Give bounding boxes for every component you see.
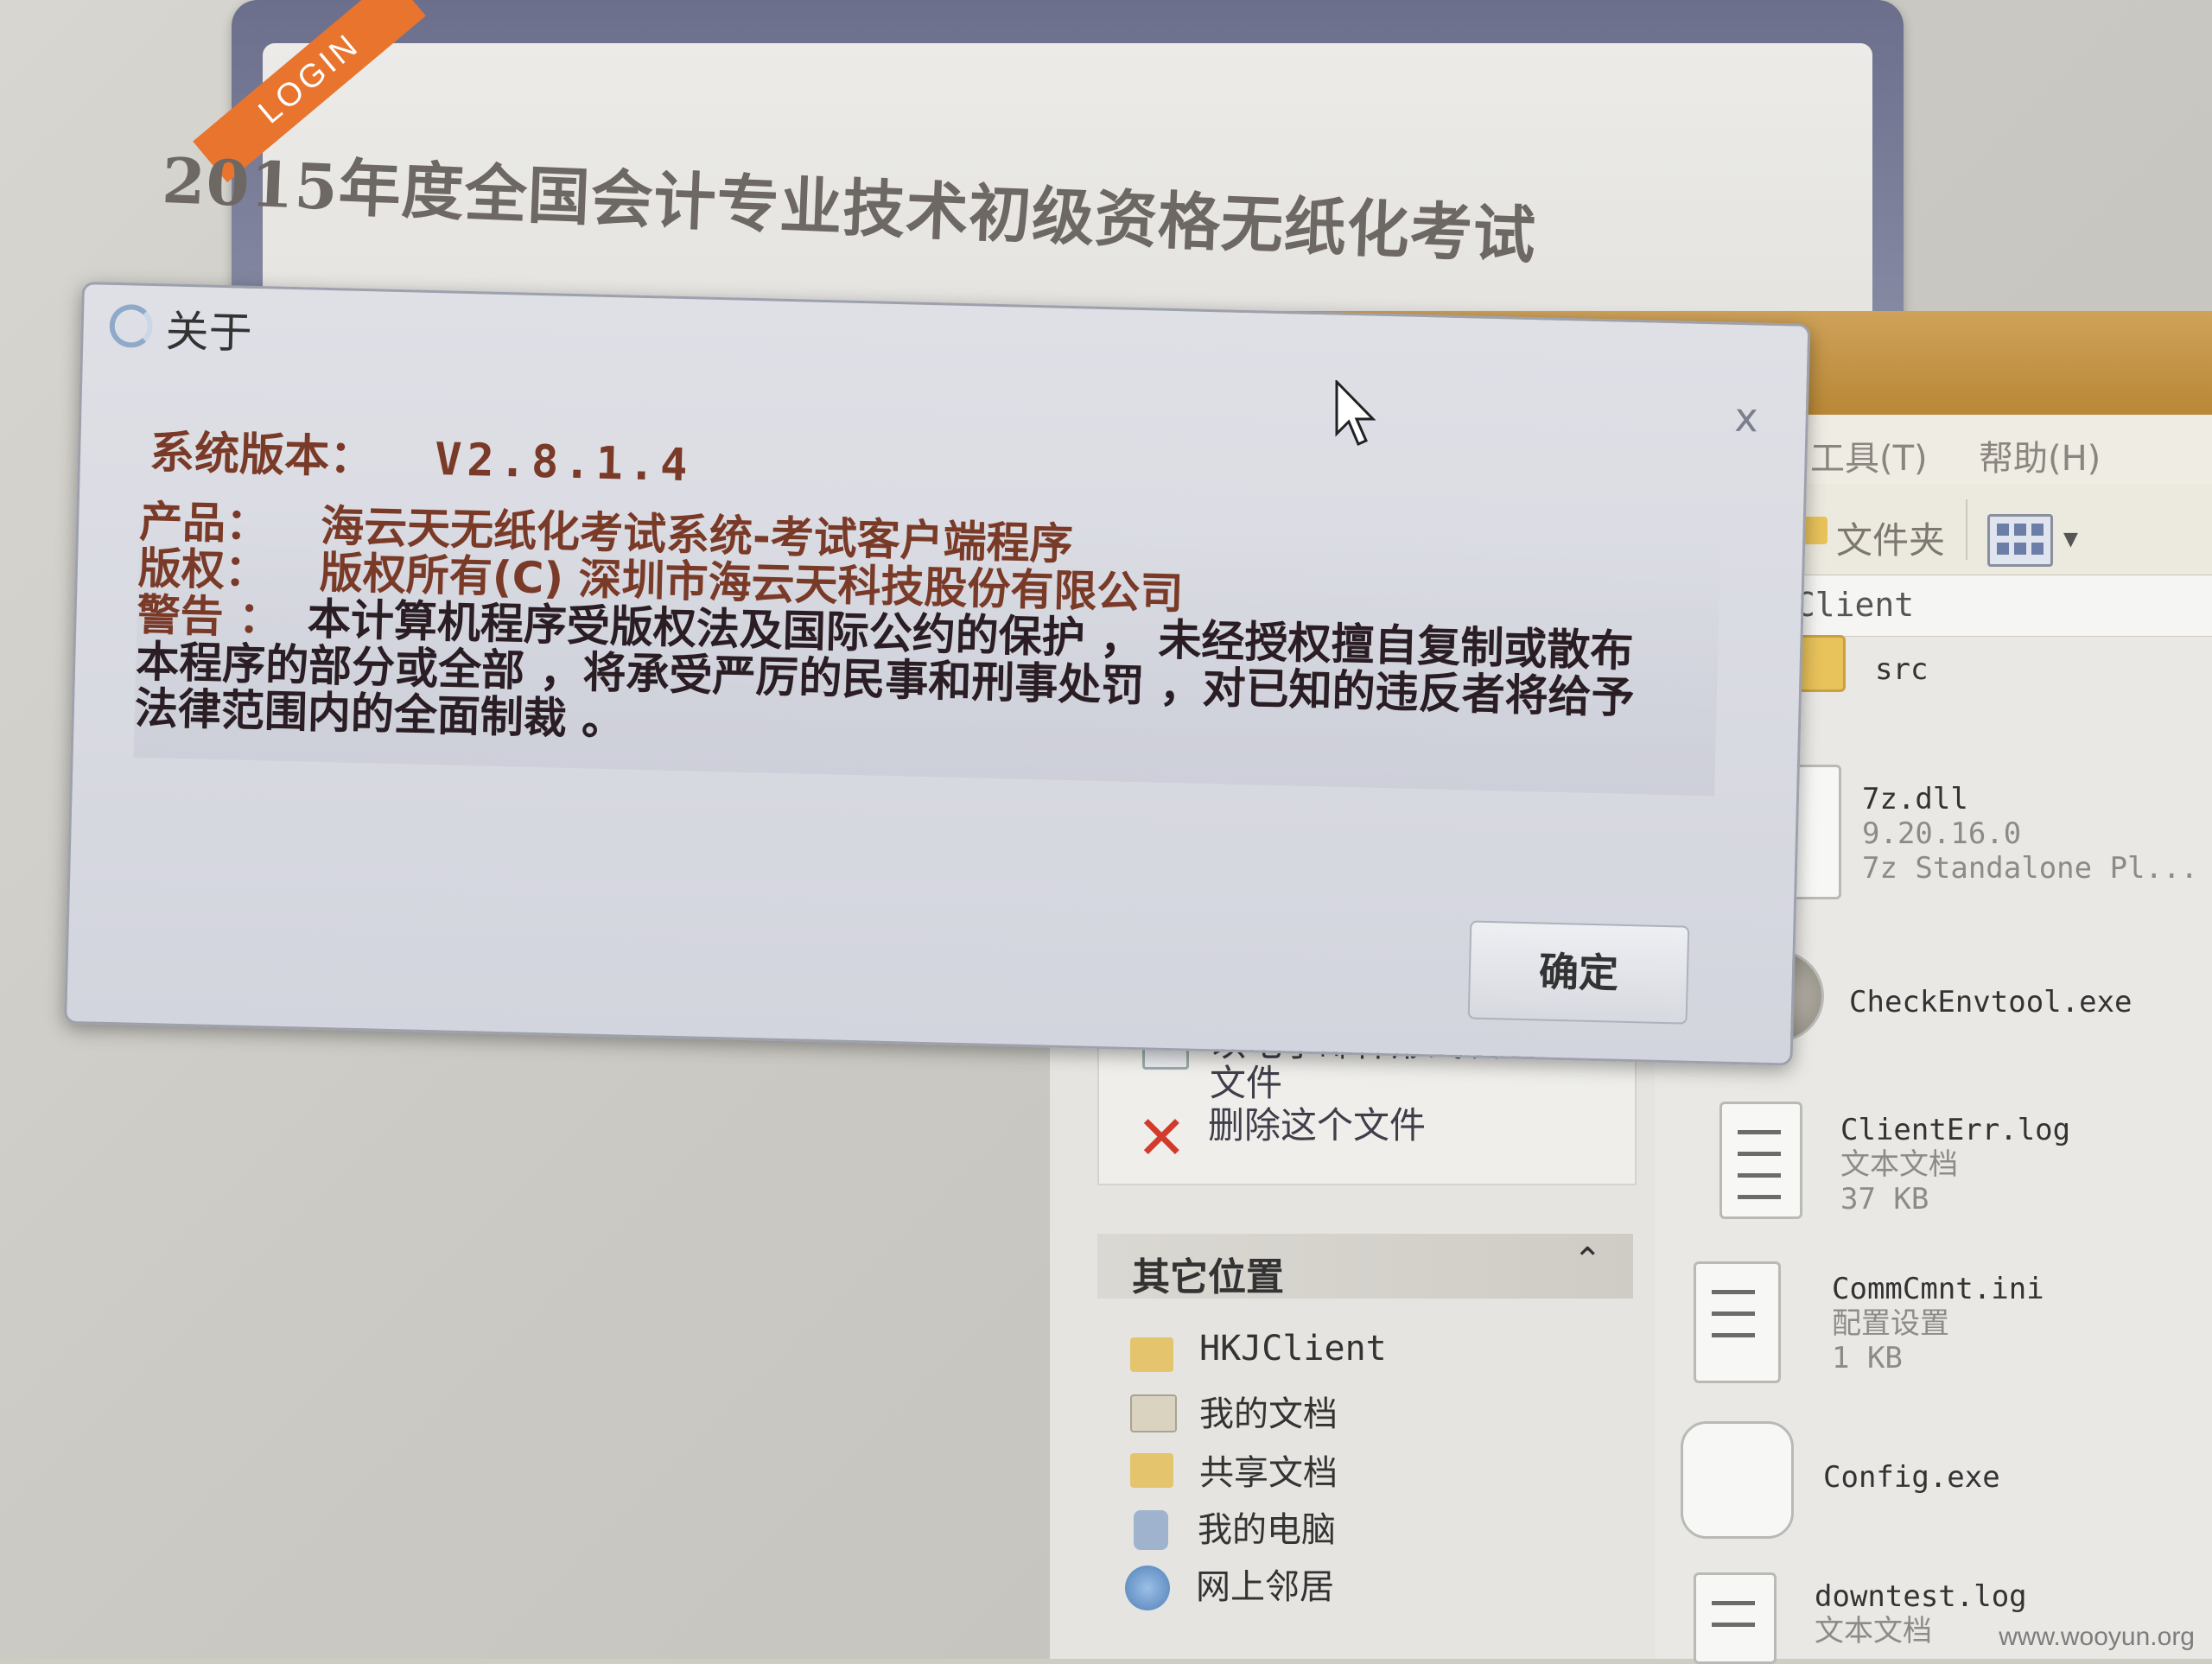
delete-icon: ✕ [1136,1102,1187,1173]
dialog-body: 系统版本： V2.8.1.4 产品： 海云天无纸化考试系统-考试客户端程序 版权：版… [133,416,1721,797]
file-description: 7z Standalone Pl... [1862,851,2198,886]
product-label: 产品： [138,496,270,550]
file-name: CommCmnt.ini [1832,1272,2044,1306]
file-config-exe[interactable]: Config.exe [1823,1460,2000,1495]
other-places-title: 其它位置 [1132,1255,1284,1299]
watermark: www.wooyun.org [1999,1623,2195,1651]
file-version: 9.20.16.0 [1862,816,2022,851]
close-icon[interactable]: x [1734,394,1759,441]
folders-button[interactable]: 文件夹 [1836,511,1945,564]
file-checkenvtool[interactable]: CheckEnvtool.exe [1849,985,2133,1019]
copyright-label: 版权： [137,543,269,597]
file-name: Config.exe [1823,1460,2000,1495]
file-name: downtest.log [1815,1579,2027,1614]
file-commcmnt-ini[interactable]: CommCmnt.ini 配置设置 1 KB [1832,1272,2044,1375]
place-hkjclient[interactable]: HKJClient [1199,1329,1387,1369]
file-clienterr-log[interactable]: ClientErr.log 文本文档 37 KB [1840,1113,2070,1216]
text-file-icon [1719,1102,1802,1219]
other-places-header[interactable]: 其它位置 ⌃ [1097,1234,1633,1299]
menu-tools[interactable]: 工具(T) [1810,430,1928,480]
info-block: 产品： 海云天无纸化考试系统-考试客户端程序 版权： 版权所有(C) 深圳市海云天科… [133,496,1721,797]
place-shared-documents[interactable]: 共享文档 [1199,1445,1338,1495]
version-value: V2.8.1.4 [434,434,694,492]
version-label: 系统版本： [149,426,375,485]
documents-folder-icon [1130,1394,1177,1432]
network-icon [1125,1566,1170,1610]
config-file-icon [1694,1261,1781,1383]
toolbar-separator [1966,499,1967,560]
file-downtest-log[interactable]: downtest.log 文本文档 [1815,1579,2027,1648]
collapse-chevron-icon[interactable]: ⌃ [1573,1241,1602,1280]
file-size: 37 KB [1840,1182,1929,1216]
exe-file-icon [1681,1421,1794,1539]
computer-icon [1134,1510,1168,1550]
file-size: 1 KB [1832,1341,1903,1375]
mouse-cursor-icon [1335,380,1376,446]
place-network[interactable]: 网上邻居 [1196,1559,1334,1609]
delete-file-link[interactable]: 删除这个文件 [1208,1106,1426,1146]
file-type: 文本文档 [1815,1614,1932,1648]
views-dropdown-icon[interactable]: ▼ [2063,529,2078,550]
file-name: CheckEnvtool.exe [1849,985,2133,1019]
shared-folder-icon [1130,1453,1173,1488]
menu-help[interactable]: 帮助(H) [1979,430,2101,480]
file-name: src [1875,652,1929,687]
place-my-documents[interactable]: 我的文档 [1199,1386,1338,1436]
file-name: 7z.dll [1862,782,1968,816]
file-name: ClientErr.log [1840,1113,2071,1147]
app-refresh-icon [109,303,154,349]
place-my-computer[interactable]: 我的电脑 [1198,1502,1336,1552]
file-7z-dll[interactable]: 7z.dll 9.20.16.0 7z Standalone Pl... [1862,782,2198,886]
dialog-title: 关于 [164,306,253,359]
folder-icon [1130,1337,1173,1372]
file-type: 文本文档 [1840,1147,1958,1182]
text-file-icon [1694,1572,1777,1664]
file-type: 配置设置 [1832,1306,1949,1341]
warning-label: 警告 ： [136,589,283,644]
file-src[interactable]: src [1875,652,1928,687]
about-dialog: 关于 x 系统版本： V2.8.1.4 产品： 海云天无纸化考试系统-考试客户端程序… [64,282,1811,1066]
ok-button[interactable]: 确定 [1467,920,1690,1025]
views-icon[interactable] [1987,514,2053,567]
